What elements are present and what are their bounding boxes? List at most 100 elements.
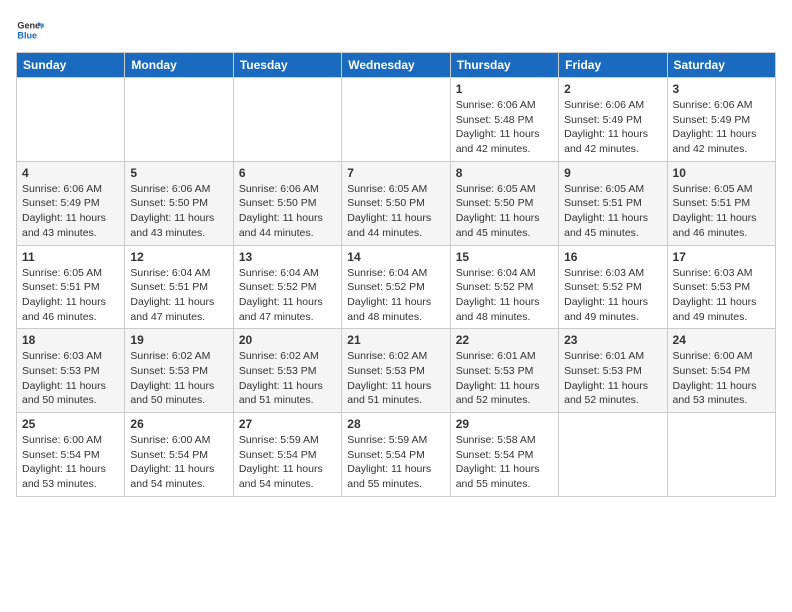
calendar-cell: 29 Sunrise: 5:58 AMSunset: 5:54 PMDayligh… bbox=[450, 413, 558, 497]
week-row-4: 18 Sunrise: 6:03 AMSunset: 5:53 PMDayligh… bbox=[17, 329, 776, 413]
calendar-cell: 5 Sunrise: 6:06 AMSunset: 5:50 PMDaylight… bbox=[125, 161, 233, 245]
day-number: 29 bbox=[456, 417, 553, 431]
day-info: Sunrise: 5:59 AMSunset: 5:54 PMDaylight:… bbox=[239, 433, 336, 492]
calendar-cell: 19Sunrise: 6:02 AMSunset: 5:53 PMDayligh… bbox=[125, 329, 233, 413]
calendar-cell bbox=[17, 78, 125, 162]
calendar-cell bbox=[342, 78, 450, 162]
calendar-cell: 3 Sunrise: 6:06 AMSunset: 5:49 PMDaylight… bbox=[667, 78, 775, 162]
day-info: Sunrise: 6:05 AMSunset: 5:51 PMDaylight:… bbox=[673, 182, 770, 241]
day-info: Sunrise: 6:05 AMSunset: 5:51 PMDaylight:… bbox=[564, 182, 661, 241]
svg-text:General: General bbox=[17, 21, 44, 31]
day-info: Sunrise: 6:06 AMSunset: 5:50 PMDaylight:… bbox=[239, 182, 336, 241]
day-info: Sunrise: 6:00 AMSunset: 5:54 PMDaylight:… bbox=[130, 433, 227, 492]
day-info: Sunrise: 6:04 AMSunset: 5:52 PMDaylight:… bbox=[239, 266, 336, 325]
calendar-cell: 26 Sunrise: 6:00 AMSunset: 5:54 PMDayligh… bbox=[125, 413, 233, 497]
week-row-2: 4 Sunrise: 6:06 AMSunset: 5:49 PMDaylight… bbox=[17, 161, 776, 245]
day-number: 11 bbox=[22, 250, 119, 264]
calendar-cell bbox=[667, 413, 775, 497]
calendar-cell: 13 Sunrise: 6:04 AMSunset: 5:52 PMDayligh… bbox=[233, 245, 341, 329]
day-number: 6 bbox=[239, 166, 336, 180]
calendar-cell: 1 Sunrise: 6:06 AMSunset: 5:48 PMDaylight… bbox=[450, 78, 558, 162]
header-cell-thursday: Thursday bbox=[450, 53, 558, 78]
calendar-cell bbox=[559, 413, 667, 497]
day-number: 21 bbox=[347, 333, 444, 347]
day-info: Sunrise: 6:06 AMSunset: 5:49 PMDaylight:… bbox=[22, 182, 119, 241]
day-number: 24 bbox=[673, 333, 770, 347]
header-cell-saturday: Saturday bbox=[667, 53, 775, 78]
calendar-body: 1 Sunrise: 6:06 AMSunset: 5:48 PMDaylight… bbox=[17, 78, 776, 497]
calendar-cell bbox=[233, 78, 341, 162]
day-info: Sunrise: 6:01 AMSunset: 5:53 PMDaylight:… bbox=[456, 349, 553, 408]
calendar-cell: 15Sunrise: 6:04 AMSunset: 5:52 PMDayligh… bbox=[450, 245, 558, 329]
svg-text:Blue: Blue bbox=[17, 30, 37, 40]
day-number: 5 bbox=[130, 166, 227, 180]
calendar-cell: 10 Sunrise: 6:05 AMSunset: 5:51 PMDayligh… bbox=[667, 161, 775, 245]
day-number: 14 bbox=[347, 250, 444, 264]
week-row-3: 11 Sunrise: 6:05 AMSunset: 5:51 PMDayligh… bbox=[17, 245, 776, 329]
day-info: Sunrise: 6:04 AMSunset: 5:51 PMDaylight:… bbox=[130, 266, 227, 325]
day-info: Sunrise: 6:06 AMSunset: 5:49 PMDaylight:… bbox=[564, 98, 661, 157]
day-number: 12 bbox=[130, 250, 227, 264]
day-info: Sunrise: 6:04 AMSunset: 5:52 PMDaylight:… bbox=[456, 266, 553, 325]
day-info: Sunrise: 5:58 AMSunset: 5:54 PMDaylight:… bbox=[456, 433, 553, 492]
calendar-cell: 16Sunrise: 6:03 AMSunset: 5:52 PMDayligh… bbox=[559, 245, 667, 329]
day-number: 7 bbox=[347, 166, 444, 180]
day-number: 20 bbox=[239, 333, 336, 347]
day-number: 13 bbox=[239, 250, 336, 264]
day-info: Sunrise: 6:00 AMSunset: 5:54 PMDaylight:… bbox=[22, 433, 119, 492]
day-number: 19 bbox=[130, 333, 227, 347]
day-info: Sunrise: 6:06 AMSunset: 5:48 PMDaylight:… bbox=[456, 98, 553, 157]
day-number: 22 bbox=[456, 333, 553, 347]
calendar-cell: 23 Sunrise: 6:01 AMSunset: 5:53 PMDayligh… bbox=[559, 329, 667, 413]
day-number: 23 bbox=[564, 333, 661, 347]
day-number: 18 bbox=[22, 333, 119, 347]
calendar-cell: 2 Sunrise: 6:06 AMSunset: 5:49 PMDaylight… bbox=[559, 78, 667, 162]
week-row-1: 1 Sunrise: 6:06 AMSunset: 5:48 PMDaylight… bbox=[17, 78, 776, 162]
day-info: Sunrise: 6:03 AMSunset: 5:53 PMDaylight:… bbox=[22, 349, 119, 408]
calendar-table: SundayMondayTuesdayWednesdayThursdayFrid… bbox=[16, 52, 776, 497]
day-info: Sunrise: 6:06 AMSunset: 5:49 PMDaylight:… bbox=[673, 98, 770, 157]
day-number: 17 bbox=[673, 250, 770, 264]
day-info: Sunrise: 6:06 AMSunset: 5:50 PMDaylight:… bbox=[130, 182, 227, 241]
calendar-cell: 17Sunrise: 6:03 AMSunset: 5:53 PMDayligh… bbox=[667, 245, 775, 329]
day-info: Sunrise: 6:02 AMSunset: 5:53 PMDaylight:… bbox=[239, 349, 336, 408]
header-cell-wednesday: Wednesday bbox=[342, 53, 450, 78]
day-number: 1 bbox=[456, 82, 553, 96]
day-info: Sunrise: 6:05 AMSunset: 5:50 PMDaylight:… bbox=[347, 182, 444, 241]
calendar-cell: 21Sunrise: 6:02 AMSunset: 5:53 PMDayligh… bbox=[342, 329, 450, 413]
day-number: 2 bbox=[564, 82, 661, 96]
calendar-cell: 20 Sunrise: 6:02 AMSunset: 5:53 PMDayligh… bbox=[233, 329, 341, 413]
day-info: Sunrise: 5:59 AMSunset: 5:54 PMDaylight:… bbox=[347, 433, 444, 492]
day-number: 8 bbox=[456, 166, 553, 180]
header-cell-friday: Friday bbox=[559, 53, 667, 78]
day-number: 3 bbox=[673, 82, 770, 96]
header-cell-monday: Monday bbox=[125, 53, 233, 78]
header-cell-tuesday: Tuesday bbox=[233, 53, 341, 78]
calendar-cell: 25 Sunrise: 6:00 AMSunset: 5:54 PMDayligh… bbox=[17, 413, 125, 497]
calendar-cell: 7 Sunrise: 6:05 AMSunset: 5:50 PMDaylight… bbox=[342, 161, 450, 245]
day-info: Sunrise: 6:05 AMSunset: 5:51 PMDaylight:… bbox=[22, 266, 119, 325]
day-number: 26 bbox=[130, 417, 227, 431]
day-number: 28 bbox=[347, 417, 444, 431]
day-number: 27 bbox=[239, 417, 336, 431]
calendar-cell: 4 Sunrise: 6:06 AMSunset: 5:49 PMDaylight… bbox=[17, 161, 125, 245]
day-info: Sunrise: 6:04 AMSunset: 5:52 PMDaylight:… bbox=[347, 266, 444, 325]
day-number: 10 bbox=[673, 166, 770, 180]
day-info: Sunrise: 6:05 AMSunset: 5:50 PMDaylight:… bbox=[456, 182, 553, 241]
calendar-cell: 8 Sunrise: 6:05 AMSunset: 5:50 PMDaylight… bbox=[450, 161, 558, 245]
calendar-cell bbox=[125, 78, 233, 162]
calendar-cell: 24 Sunrise: 6:00 AMSunset: 5:54 PMDayligh… bbox=[667, 329, 775, 413]
calendar-cell: 18 Sunrise: 6:03 AMSunset: 5:53 PMDayligh… bbox=[17, 329, 125, 413]
day-number: 25 bbox=[22, 417, 119, 431]
calendar-cell: 27 Sunrise: 5:59 AMSunset: 5:54 PMDayligh… bbox=[233, 413, 341, 497]
day-number: 9 bbox=[564, 166, 661, 180]
day-info: Sunrise: 6:00 AMSunset: 5:54 PMDaylight:… bbox=[673, 349, 770, 408]
header-row: SundayMondayTuesdayWednesdayThursdayFrid… bbox=[17, 53, 776, 78]
logo: General Blue bbox=[16, 16, 52, 44]
calendar-cell: 11 Sunrise: 6:05 AMSunset: 5:51 PMDayligh… bbox=[17, 245, 125, 329]
page-header: General Blue bbox=[16, 16, 776, 44]
calendar-cell: 9 Sunrise: 6:05 AMSunset: 5:51 PMDaylight… bbox=[559, 161, 667, 245]
day-info: Sunrise: 6:01 AMSunset: 5:53 PMDaylight:… bbox=[564, 349, 661, 408]
day-number: 4 bbox=[22, 166, 119, 180]
calendar-header: SundayMondayTuesdayWednesdayThursdayFrid… bbox=[17, 53, 776, 78]
